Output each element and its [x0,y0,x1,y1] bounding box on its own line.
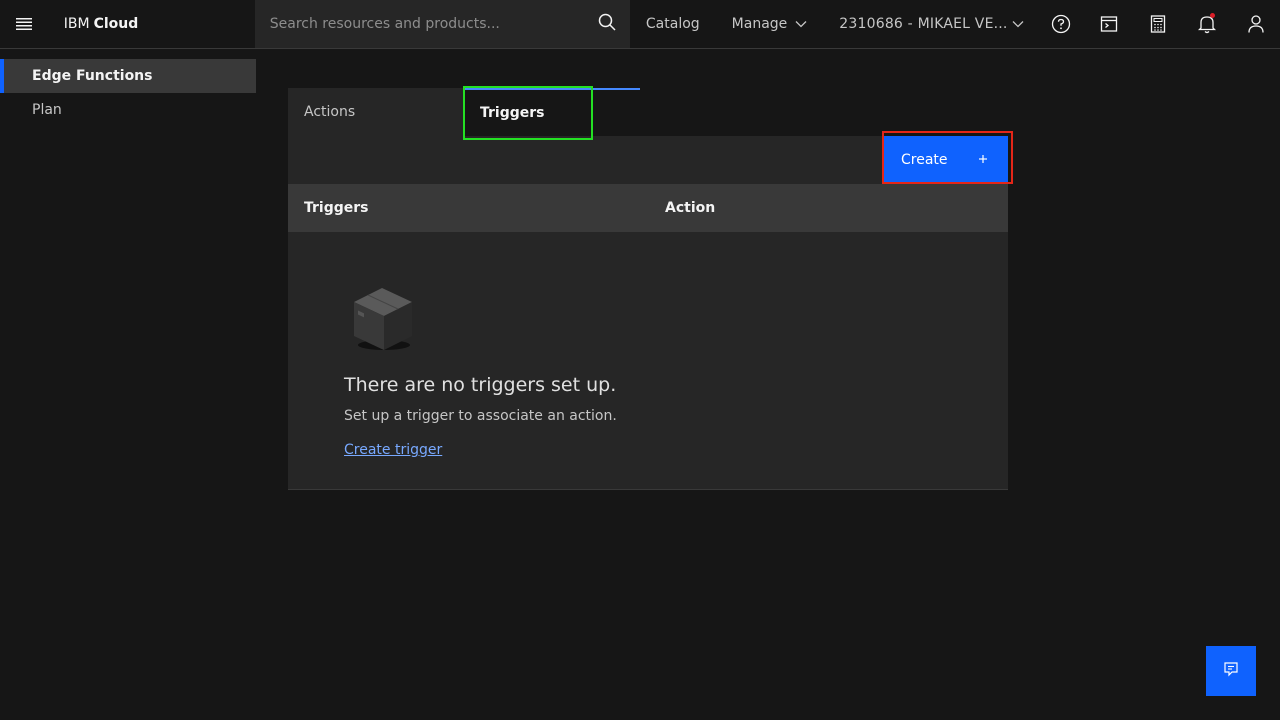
brand-prefix: IBM [63,16,90,32]
sidebar-item-label: Plan [32,102,62,118]
search-input[interactable] [269,16,580,32]
sidebar-item-label: Edge Functions [32,68,153,84]
empty-state-title: There are no triggers set up. [344,374,617,396]
cost-estimator-icon[interactable] [1134,0,1183,48]
triggers-panel: Create Triggers Action There are no trig… [288,136,1008,490]
tab-label: Triggers [480,105,545,121]
search-icon[interactable] [598,13,616,35]
search-bar [254,0,630,48]
help-icon[interactable] [1036,0,1085,48]
table-toolbar: Create [288,136,1008,184]
chevron-down-icon [1012,16,1024,32]
column-header-action: Action [665,200,716,216]
menu-icon[interactable] [0,0,48,48]
chevron-down-icon [795,20,807,28]
empty-state: There are no triggers set up. Set up a t… [344,274,617,458]
manage-label: Manage [731,16,788,32]
tab-list: Actions Triggers [288,88,640,136]
tab-actions[interactable]: Actions [288,88,464,136]
catalog-label: Catalog [645,16,700,32]
plus-icon [978,152,988,168]
cloud-shell-icon[interactable] [1085,0,1134,48]
chat-icon [1223,661,1239,681]
notification-icon[interactable] [1183,0,1232,48]
account-switcher[interactable]: 2310686 - MIKAEL VE... [823,0,1036,48]
table-header: Triggers Action [288,184,1008,232]
column-header-triggers: Triggers [304,200,369,216]
tab-label: Actions [304,104,356,120]
brand-name: Cloud [93,16,139,32]
create-trigger-link[interactable]: Create trigger [344,442,442,458]
empty-box-icon [344,274,617,358]
catalog-link[interactable]: Catalog [630,0,716,48]
account-label: 2310686 - MIKAEL VE... [839,16,1008,32]
brand-logo[interactable]: IBM Cloud [48,0,255,48]
side-nav: Edge Functions Plan [0,49,256,127]
top-header: IBM Cloud Catalog Manage 2310686 - MIKAE… [0,0,1280,49]
tab-triggers[interactable]: Triggers [464,88,640,136]
create-button[interactable]: Create [884,136,1008,184]
empty-state-description: Set up a trigger to associate an action. [344,408,617,424]
sidebar-item-edge-functions[interactable]: Edge Functions [0,59,256,93]
manage-menu[interactable]: Manage [716,0,824,48]
sidebar-item-plan[interactable]: Plan [0,93,256,127]
create-button-label: Create [901,152,948,168]
feedback-button[interactable] [1206,646,1256,696]
user-icon[interactable] [1231,0,1280,48]
